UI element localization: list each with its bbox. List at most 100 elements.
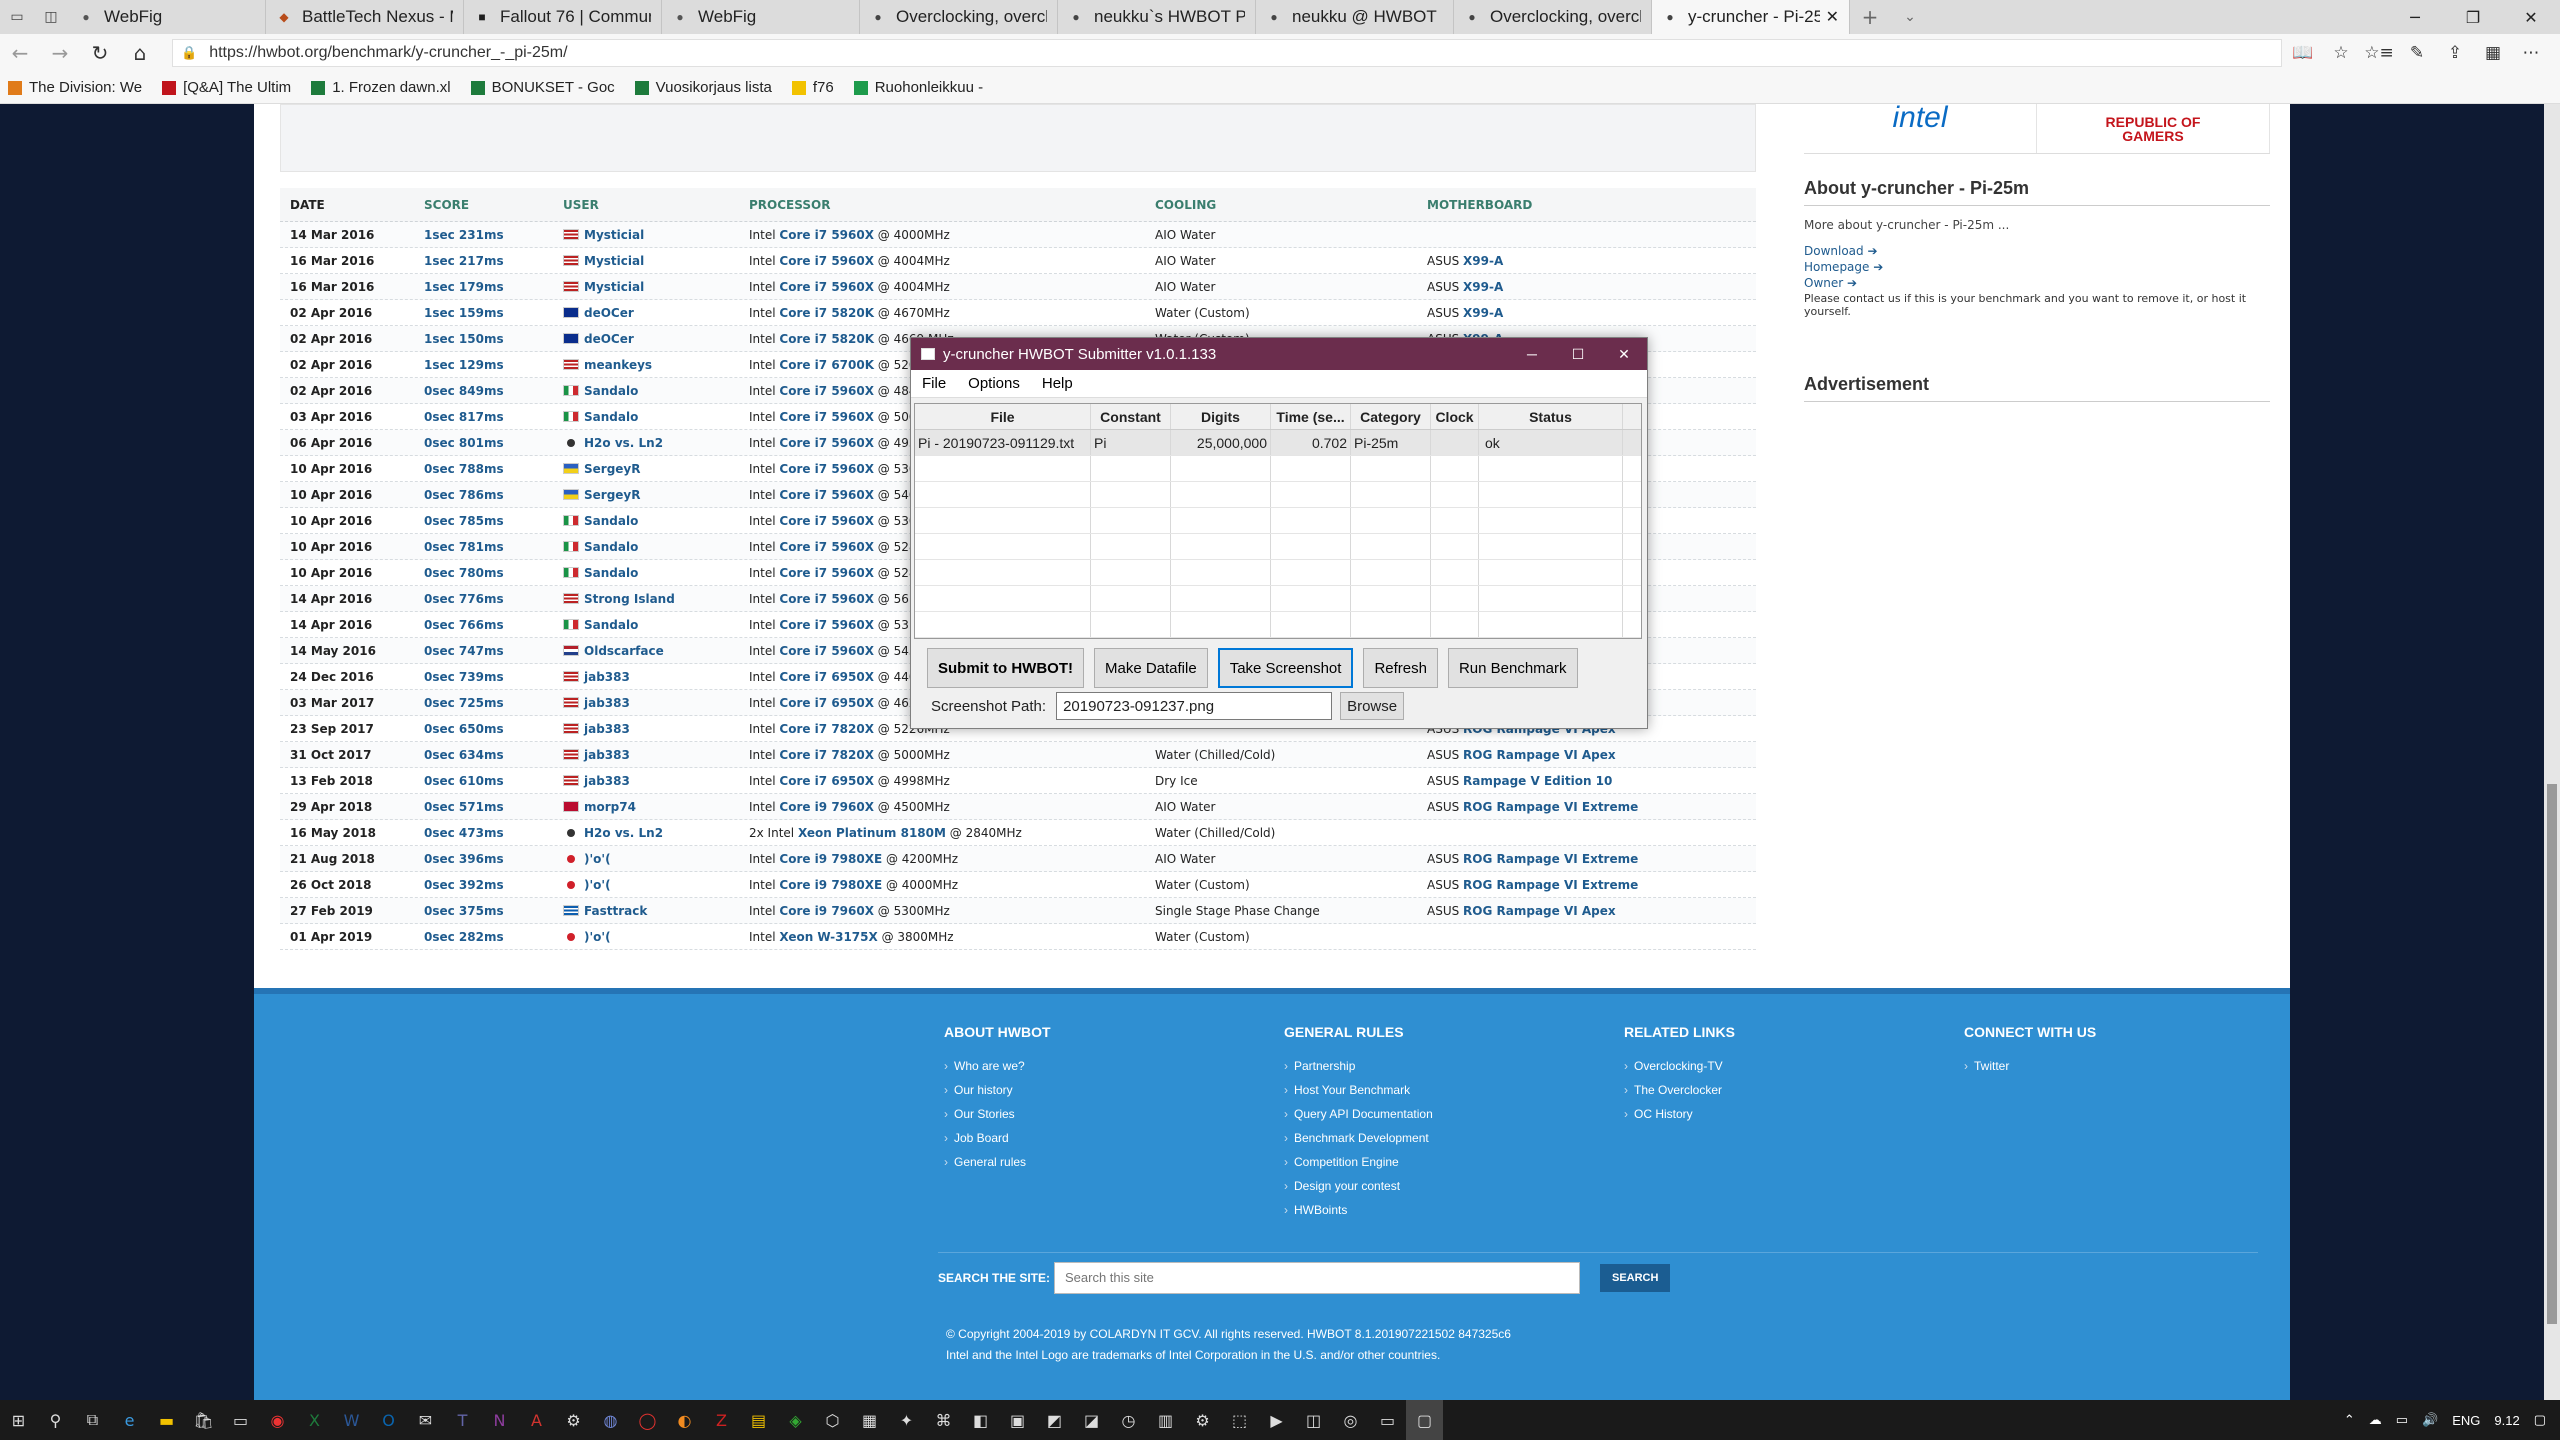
- cpu-link[interactable]: Core i7 7820X: [779, 722, 874, 736]
- network-app-icon[interactable]: ⌘: [925, 1400, 962, 1440]
- cell-score[interactable]: 0sec 776ms: [424, 592, 563, 606]
- home-icon[interactable]: ⌂: [120, 41, 160, 65]
- page-scrollbar[interactable]: [2544, 104, 2560, 1400]
- cpu-link[interactable]: Core i7 6950X: [779, 696, 874, 710]
- footer-search-button[interactable]: SEARCH: [1600, 1263, 1671, 1292]
- network-icon[interactable]: ▭: [2396, 1412, 2408, 1428]
- restore-window-icon[interactable]: ❐: [2444, 0, 2502, 34]
- cell-score[interactable]: 0sec 781ms: [424, 540, 563, 554]
- grid-col-file[interactable]: File: [915, 404, 1091, 429]
- cell-score[interactable]: 0sec 571ms: [424, 800, 563, 814]
- take-screenshot-button[interactable]: Take Screenshot: [1217, 648, 1354, 688]
- browser-tab-0[interactable]: ● WebFig: [68, 0, 266, 34]
- cell-score[interactable]: 0sec 817ms: [424, 410, 563, 424]
- cell-score[interactable]: 1sec 217ms: [424, 254, 563, 268]
- run-benchmark-button[interactable]: Run Benchmark: [1447, 648, 1578, 688]
- cpu-link[interactable]: Core i7 5960X: [779, 514, 874, 528]
- tab-preview-chevron-icon[interactable]: ⌄: [1890, 0, 1930, 34]
- mb-link[interactable]: Rampage V Edition 10: [1463, 774, 1612, 788]
- outlook-icon[interactable]: O: [370, 1400, 407, 1440]
- favorite-item-3[interactable]: BONUKSET - Goc: [470, 79, 615, 96]
- cpu-link[interactable]: Core i7 5820K: [779, 306, 874, 320]
- cpu-link[interactable]: Core i9 7980XE: [779, 878, 882, 892]
- cell-score[interactable]: 1sec 179ms: [424, 280, 563, 294]
- grid-row[interactable]: Pi - 20190723-091129.txt Pi 25,000,000 0…: [915, 430, 1641, 456]
- steam-icon[interactable]: ⚙: [555, 1400, 592, 1440]
- minimize-window-icon[interactable]: ─: [2386, 0, 2444, 34]
- footer-link[interactable]: Host Your Benchmark: [1284, 1078, 1614, 1102]
- cell-user[interactable]: Oldscarface: [563, 644, 749, 658]
- grid-col-status[interactable]: Status: [1479, 404, 1623, 429]
- grid-col-clock[interactable]: Clock: [1431, 404, 1479, 429]
- cell-score[interactable]: 0sec 650ms: [424, 722, 563, 736]
- terminal-icon[interactable]: ▭: [222, 1400, 259, 1440]
- cell-user[interactable]: Sandalo: [563, 514, 749, 528]
- cpu-link[interactable]: Core i7 5960X: [779, 410, 874, 424]
- cpu-link[interactable]: Core i7 5960X: [779, 280, 874, 294]
- favorite-item-0[interactable]: The Division: We: [8, 79, 142, 96]
- gpu-tool-icon[interactable]: ◧: [962, 1400, 999, 1440]
- cell-user[interactable]: Mysticial: [563, 280, 749, 294]
- cell-user[interactable]: jab383: [563, 696, 749, 710]
- make-datafile-button[interactable]: Make Datafile: [1093, 648, 1208, 688]
- favorite-item-5[interactable]: f76: [791, 79, 834, 96]
- clock-app-icon[interactable]: ◷: [1110, 1400, 1147, 1440]
- favorite-star-icon[interactable]: ☆: [2322, 43, 2360, 63]
- teams-icon[interactable]: T: [444, 1400, 481, 1440]
- notes-pen-icon[interactable]: ✎: [2398, 43, 2436, 63]
- footer-link[interactable]: Design your contest: [1284, 1174, 1614, 1198]
- url-field[interactable]: 🔒 https://hwbot.org/benchmark/y-cruncher…: [172, 39, 2282, 67]
- grid-col-digits[interactable]: Digits: [1171, 404, 1271, 429]
- mail-icon[interactable]: ✉: [407, 1400, 444, 1440]
- mb-link[interactable]: ROG Rampage VI Extreme: [1463, 878, 1638, 892]
- col-user-header[interactable]: USER: [563, 198, 749, 212]
- cell-user[interactable]: jab383: [563, 748, 749, 762]
- calculator-icon[interactable]: ▦: [851, 1400, 888, 1440]
- close-window-icon[interactable]: ✕: [2502, 0, 2560, 34]
- benchmark-app-icon[interactable]: ◫: [1295, 1400, 1332, 1440]
- mb-link[interactable]: X99-A: [1463, 254, 1503, 268]
- col-score-header[interactable]: SCORE: [424, 198, 563, 212]
- scrollbar-thumb[interactable]: [2547, 784, 2557, 1324]
- footer-link[interactable]: Competition Engine: [1284, 1150, 1614, 1174]
- footer-link[interactable]: Overclocking-TV: [1624, 1054, 1954, 1078]
- start-windows-icon[interactable]: ⊞: [0, 1400, 37, 1440]
- cell-score[interactable]: 0sec 725ms: [424, 696, 563, 710]
- cell-user[interactable]: )'o'(: [563, 852, 749, 866]
- game-app-icon[interactable]: ⬡: [814, 1400, 851, 1440]
- browser-tab-6[interactable]: ● neukku @ HWBOT: [1256, 0, 1454, 34]
- new-tab-button[interactable]: +: [1850, 0, 1890, 34]
- cell-score[interactable]: 0sec 788ms: [424, 462, 563, 476]
- footer-link[interactable]: Query API Documentation: [1284, 1102, 1614, 1126]
- submit-to-hwbot-button[interactable]: Submit to HWBOT!: [927, 648, 1084, 688]
- cell-score[interactable]: 0sec 786ms: [424, 488, 563, 502]
- cell-user[interactable]: SergeyR: [563, 488, 749, 502]
- cpu-link[interactable]: Core i7 6700K: [779, 358, 874, 372]
- mb-link[interactable]: ROG Rampage VI Apex: [1463, 904, 1616, 918]
- browser-tab-8[interactable]: ● y-cruncher - Pi-25m ✕: [1652, 0, 1850, 34]
- footer-link[interactable]: Our history: [944, 1078, 1274, 1102]
- cpu-link[interactable]: Core i9 7960X: [779, 800, 874, 814]
- acrobat-icon[interactable]: A: [518, 1400, 555, 1440]
- discord-icon[interactable]: ◍: [592, 1400, 629, 1440]
- browser-tab-3[interactable]: ● WebFig: [662, 0, 860, 34]
- cpu-link[interactable]: Core i7 5960X: [779, 618, 874, 632]
- cell-user[interactable]: )'o'(: [563, 878, 749, 892]
- footer-link[interactable]: General rules: [944, 1150, 1274, 1174]
- edge-browser-icon[interactable]: e: [111, 1400, 148, 1440]
- cell-user[interactable]: meankeys: [563, 358, 749, 372]
- footer-link[interactable]: Job Board: [944, 1126, 1274, 1150]
- browser-tab-7[interactable]: ● Overclocking, overcloc: [1454, 0, 1652, 34]
- favorite-item-2[interactable]: 1. Frozen dawn.xl: [311, 79, 451, 96]
- rog-logo[interactable]: REPUBLIC OF GAMERS: [2037, 104, 2270, 153]
- footer-link[interactable]: Benchmark Development: [1284, 1126, 1614, 1150]
- owner-link[interactable]: Owner ➔: [1804, 276, 2270, 290]
- more-menu-icon[interactable]: ⋯: [2512, 43, 2550, 63]
- cpu-link[interactable]: Core i7 5960X: [779, 228, 874, 242]
- cpu-link[interactable]: Core i7 5960X: [779, 644, 874, 658]
- word-icon[interactable]: W: [333, 1400, 370, 1440]
- cpu-link[interactable]: Core i7 5960X: [779, 254, 874, 268]
- close-tab-icon[interactable]: ✕: [1826, 7, 1839, 27]
- cell-score[interactable]: 0sec 375ms: [424, 904, 563, 918]
- homepage-link[interactable]: Homepage ➔: [1804, 260, 2270, 274]
